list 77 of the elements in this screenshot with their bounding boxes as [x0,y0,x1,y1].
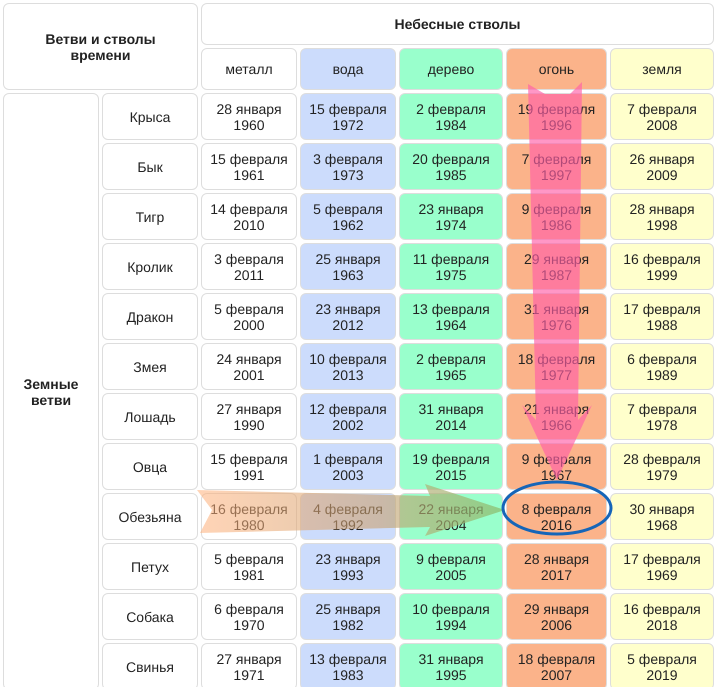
table-cell: 16 февраля 2018 [610,593,714,640]
table-cell: 17 февраля 1969 [610,543,714,590]
table-cell: 31 января 2014 [399,393,503,440]
table-cell: 13 февраля 1964 [399,293,503,340]
table-cell: 18 февраля 2007 [506,643,607,687]
table-cell: 28 февраля 1979 [610,443,714,490]
column-header: земля [610,48,714,90]
column-header: огонь [506,48,607,90]
row-header: Тигр [102,193,198,240]
table-cell: 25 января 1982 [300,593,396,640]
column-header: дерево [399,48,503,90]
table-cell: 5 февраля 2019 [610,643,714,687]
corner-header: Ветви и стволы времени [3,3,198,90]
column-header: металл [201,48,297,90]
table-cell: 19 февраля 1996 [506,93,607,140]
table-cell: 2 февраля 1984 [399,93,503,140]
row-header: Лошадь [102,393,198,440]
table-cell: 14 февраля 2010 [201,193,297,240]
table-cell: 29 января 1987 [506,243,607,290]
table-cell: 31 января 1976 [506,293,607,340]
table-cell: 29 января 2006 [506,593,607,640]
row-header: Змея [102,343,198,390]
column-header: вода [300,48,396,90]
table-cell: 12 февраля 2002 [300,393,396,440]
table-cell: 23 января 2012 [300,293,396,340]
table-cell: 28 января 1960 [201,93,297,140]
table-cell: 15 февраля 1972 [300,93,396,140]
table-cell: 9 февраля 1986 [506,193,607,240]
table-cell: 5 февраля 1962 [300,193,396,240]
row-header: Собака [102,593,198,640]
row-header: Свинья [102,643,198,687]
table-cell: 5 февраля 2000 [201,293,297,340]
row-header: Петух [102,543,198,590]
table-cell: 11 февраля 1975 [399,243,503,290]
table-cell: 9 февраля 2005 [399,543,503,590]
table-cell: 16 февраля 1999 [610,243,714,290]
row-header: Бык [102,143,198,190]
table-cell: 2 февраля 1965 [399,343,503,390]
table-cell: 15 февраля 1961 [201,143,297,190]
table-cell: 1 февраля 2003 [300,443,396,490]
row-header: Кролик [102,243,198,290]
table-cell: 6 февраля 1970 [201,593,297,640]
table-cell: 9 февраля 1967 [506,443,607,490]
table-cell: 20 февраля 1985 [399,143,503,190]
table-cell: 7 февраля 1997 [506,143,607,190]
table-cell: 15 февраля 1991 [201,443,297,490]
table-cell: 6 февраля 1989 [610,343,714,390]
table-cell: 23 января 1974 [399,193,503,240]
table-cell: 21 января 1966 [506,393,607,440]
row-group-header: Земные ветви [3,93,99,687]
row-header: Обезьяна [102,493,198,540]
table-cell: 28 января 1998 [610,193,714,240]
table-cell: 3 февраля 2011 [201,243,297,290]
table-cell: 19 февраля 2015 [399,443,503,490]
table-cell: 30 января 1968 [610,493,714,540]
table-cell: 27 января 1990 [201,393,297,440]
table-cell: 7 февраля 2008 [610,93,714,140]
table-cell: 25 января 1963 [300,243,396,290]
table-cell: 17 февраля 1988 [610,293,714,340]
row-header: Дракон [102,293,198,340]
table-cell: 7 февраля 1978 [610,393,714,440]
table-cell: 5 февраля 1981 [201,543,297,590]
table-cell: 24 января 2001 [201,343,297,390]
table-cell: 3 февраля 1973 [300,143,396,190]
table-cell: 10 февраля 1994 [399,593,503,640]
row-header: Овца [102,443,198,490]
row-header: Крыса [102,93,198,140]
table-cell: 8 февраля 2016 [506,493,607,540]
table-cell: 27 января 1971 [201,643,297,687]
table-cell: 18 февраля 1977 [506,343,607,390]
table-cell: 13 февраля 1983 [300,643,396,687]
table-cell: 26 января 2009 [610,143,714,190]
table-cell: 28 января 2017 [506,543,607,590]
table-cell: 23 января 1993 [300,543,396,590]
column-group-header: Небесные стволы [201,3,714,45]
table-cell: 31 января 1995 [399,643,503,687]
table-cell: 10 февраля 2013 [300,343,396,390]
